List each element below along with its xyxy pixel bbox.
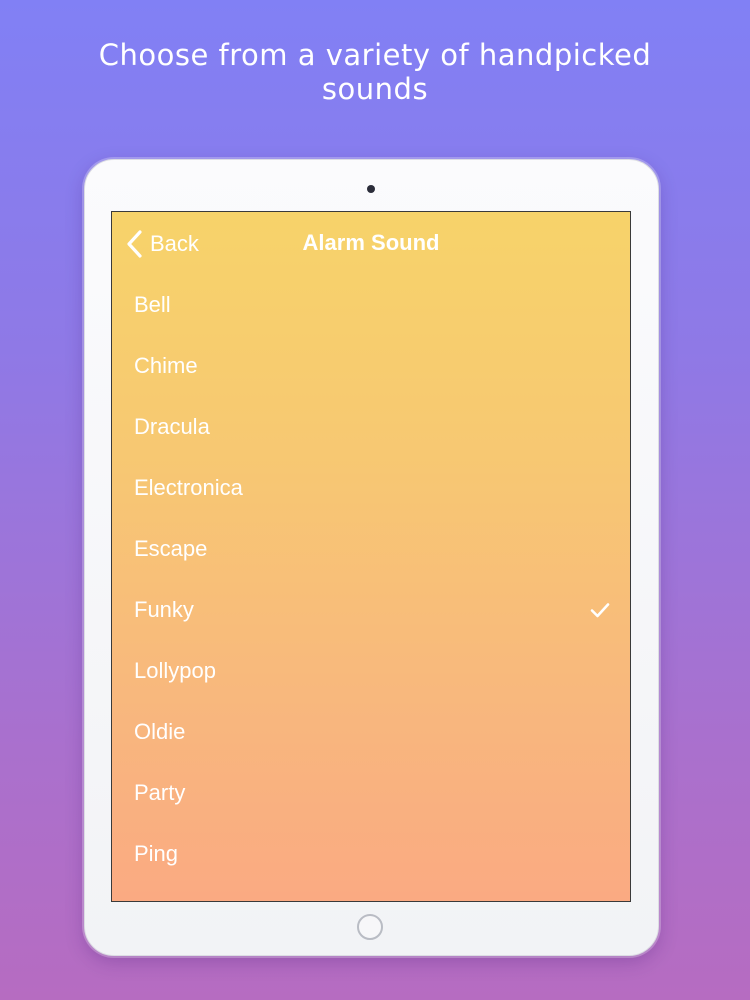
sound-list: Bell Chime Dracula Electronica Escape Fu… (112, 274, 630, 885)
sound-name: Bell (134, 291, 171, 317)
sound-name: Electronica (134, 474, 243, 500)
sound-row-dracula[interactable]: Dracula (112, 396, 630, 457)
headline-line-2: sounds (321, 72, 429, 106)
sound-row-chime[interactable]: Chime (112, 335, 630, 396)
sound-name: Oldie (134, 719, 186, 745)
sound-row-lollypop[interactable]: Lollypop (112, 641, 630, 702)
navigation-bar: Back Alarm Sound (112, 212, 630, 276)
sound-row-electronica[interactable]: Electronica (112, 457, 630, 518)
sound-row-escape[interactable]: Escape (112, 518, 630, 579)
sound-row-bell[interactable]: Bell (112, 274, 630, 335)
home-button[interactable] (357, 914, 383, 940)
sound-row-ping[interactable]: Ping (112, 824, 630, 885)
checkmark-icon (590, 603, 610, 618)
sound-name: Party (134, 780, 186, 806)
sound-name: Dracula (134, 413, 210, 439)
sound-row-funky[interactable]: Funky (112, 579, 630, 640)
sound-row-party[interactable]: Party (112, 763, 630, 824)
sound-name: Escape (134, 535, 208, 561)
sound-name: Ping (134, 841, 179, 867)
page-title: Alarm Sound (302, 230, 440, 255)
sound-name: Funky (134, 597, 194, 623)
sound-name: Lollypop (134, 658, 216, 684)
sound-name: Chime (134, 352, 198, 378)
headline: Choose from a variety of handpicked soun… (0, 38, 750, 106)
sound-row-oldie[interactable]: Oldie (112, 702, 630, 763)
alarm-sound-screen: Back Alarm Sound Bell Chime Dracula Elec… (111, 211, 631, 902)
headline-line-1: Choose from a variety of handpicked (98, 38, 652, 72)
camera-icon (367, 185, 375, 193)
